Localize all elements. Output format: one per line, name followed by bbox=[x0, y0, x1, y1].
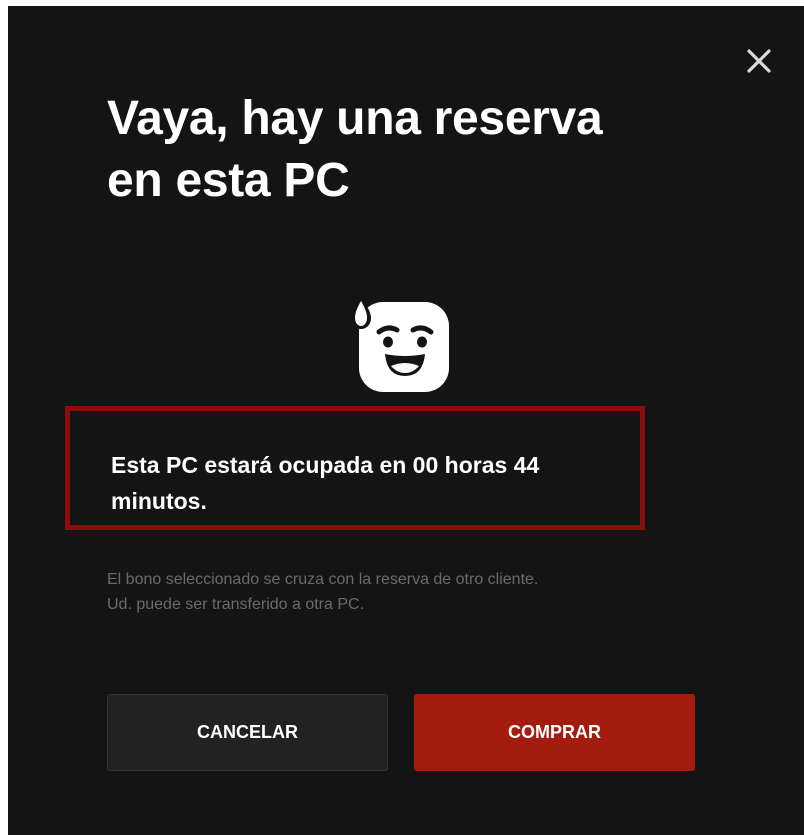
reservation-dialog: Vaya, hay una reserva en esta PC Esta PC… bbox=[8, 6, 804, 835]
notice-line-1: Esta PC estará ocupada en 00 horas 44 bbox=[111, 452, 540, 478]
close-button[interactable] bbox=[741, 43, 777, 79]
buy-button[interactable]: COMPRAR bbox=[414, 694, 695, 771]
dialog-title: Vaya, hay una reserva en esta PC bbox=[107, 88, 727, 212]
dialog-title-line-2: en esta PC bbox=[107, 154, 350, 207]
info-line-1: El bono seleccionado se cruza con la res… bbox=[107, 571, 539, 588]
buy-button-label: COMPRAR bbox=[508, 722, 601, 742]
reservation-notice-box: Esta PC estará ocupada en 00 horas 44 mi… bbox=[65, 406, 645, 530]
notice-line-2: minutos. bbox=[111, 488, 207, 514]
info-line-2: Ud. puede ser transferido a otra PC. bbox=[107, 596, 365, 613]
sweating-face-icon bbox=[351, 296, 449, 392]
dialog-title-line-1: Vaya, hay una reserva bbox=[107, 92, 603, 145]
close-icon bbox=[747, 49, 771, 73]
info-text: El bono seleccionado se cruza con la res… bbox=[107, 567, 707, 617]
cancel-button-label: CANCELAR bbox=[197, 722, 298, 742]
cancel-button[interactable]: CANCELAR bbox=[107, 694, 388, 771]
reservation-notice-text: Esta PC estará ocupada en 00 horas 44 mi… bbox=[111, 447, 631, 519]
